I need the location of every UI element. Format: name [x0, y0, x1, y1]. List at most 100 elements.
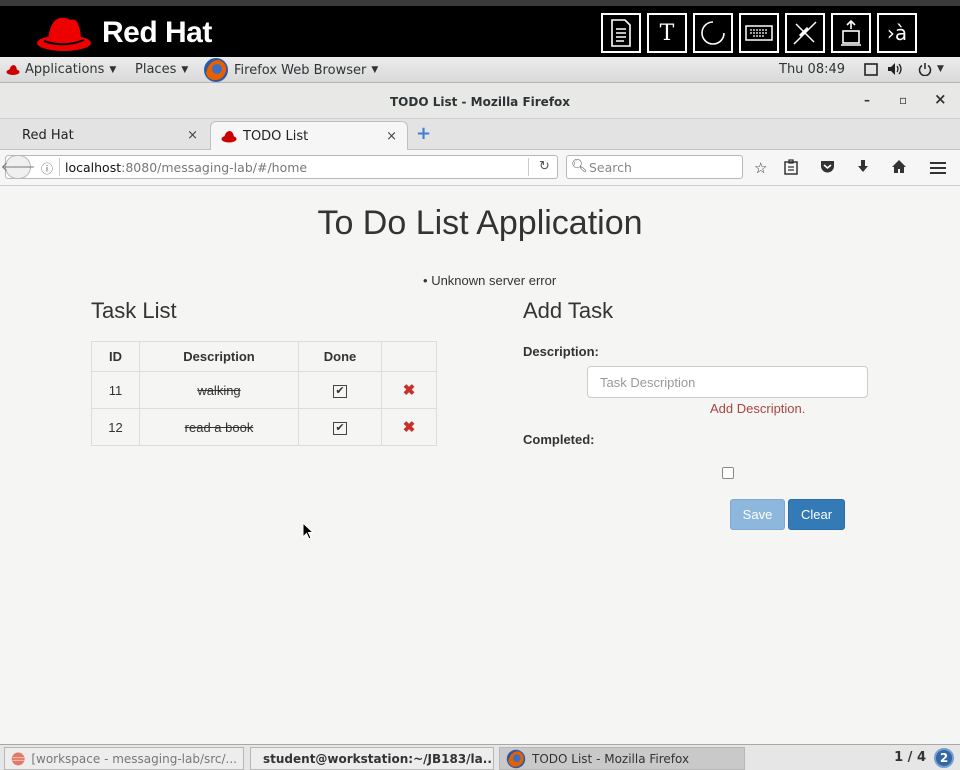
- clock-label: Thu 08:49: [779, 62, 846, 77]
- minimize-button[interactable]: –: [864, 93, 870, 107]
- taskbar-item-label: [workspace - messaging-lab/src/...: [31, 751, 237, 766]
- notification-badge[interactable]: 2: [934, 748, 954, 768]
- taskbar-item-firefox[interactable]: TODO List - Mozilla Firefox: [499, 747, 745, 770]
- search-placeholder: Search: [589, 160, 632, 175]
- home-icon[interactable]: [891, 159, 907, 178]
- redhat-logo-text: Red Hat: [102, 16, 212, 49]
- firefox-icon: [506, 749, 526, 768]
- reload-icon[interactable]: ↻: [539, 159, 550, 174]
- completed-label: Completed:: [523, 432, 595, 447]
- clock[interactable]: Thu 08:49: [779, 62, 845, 77]
- task-id: 11: [91, 371, 140, 409]
- task-description: walking: [139, 371, 299, 409]
- close-window-button[interactable]: ×: [934, 90, 947, 108]
- tab-label: TODO List: [243, 128, 309, 144]
- page-title: To Do List Application: [317, 204, 643, 242]
- checkmark-icon: ✔: [333, 422, 347, 435]
- chevron-down-icon: ▼: [181, 64, 189, 75]
- chevron-down-icon: ▼: [937, 64, 944, 74]
- table-row: 12 read a book ✔ ✖: [91, 408, 437, 446]
- close-tab-icon[interactable]: ×: [187, 128, 198, 143]
- pocket-icon[interactable]: [820, 159, 835, 177]
- column-header-done: Done: [298, 341, 382, 372]
- clear-button[interactable]: Clear: [788, 499, 845, 530]
- reading-list-icon[interactable]: [784, 159, 798, 179]
- taskbar-item-terminal[interactable]: student@workstation:~/JB183/la...: [250, 747, 494, 770]
- task-description-input[interactable]: [587, 366, 868, 398]
- save-button[interactable]: Save: [730, 499, 785, 530]
- places-label: Places: [135, 62, 177, 77]
- text-icon[interactable]: T: [647, 13, 687, 53]
- column-header-description: Description: [139, 341, 299, 372]
- redhat-fedora-icon: [37, 17, 91, 51]
- back-arrow-icon[interactable]: 🡐: [1, 155, 35, 179]
- power-icon: [918, 63, 932, 76]
- page-content: To Do List Application • Unknown server …: [0, 186, 960, 718]
- table-header-row: ID Description Done: [91, 341, 437, 372]
- close-tab-icon[interactable]: ×: [386, 129, 397, 144]
- eject-icon[interactable]: [831, 13, 871, 53]
- url-text[interactable]: localhost:8080/messaging-lab/#/home: [65, 160, 307, 175]
- keyboard-icon[interactable]: [739, 13, 779, 53]
- error-text: Unknown server error: [431, 273, 557, 288]
- places-menu[interactable]: Places ▼: [135, 62, 188, 77]
- new-tab-button[interactable]: +: [416, 123, 431, 144]
- window-list-taskbar: [workspace - messaging-lab/src/... stude…: [0, 744, 960, 770]
- app-menu-firefox[interactable]: Firefox Web Browser ▼: [203, 57, 378, 83]
- task-done-checkbox[interactable]: ✔: [298, 371, 382, 409]
- circle-icon[interactable]: [693, 13, 733, 53]
- document-icon[interactable]: [601, 13, 641, 53]
- app-menu-label: Firefox Web Browser: [234, 62, 367, 78]
- system-status-area[interactable]: ▼: [864, 62, 944, 76]
- url-divider: [59, 158, 60, 176]
- accessibility-toolbar: T ›à: [601, 13, 917, 53]
- download-icon[interactable]: [856, 159, 870, 178]
- redhat-logo: Red Hat: [36, 14, 212, 52]
- redhat-small-icon: [6, 64, 20, 75]
- info-icon[interactable]: ⓘ: [41, 160, 53, 177]
- workspace-indicator[interactable]: 1 / 4: [894, 750, 926, 765]
- bookmark-star-icon[interactable]: ☆: [754, 159, 767, 177]
- mouse-cursor-icon: [302, 522, 314, 540]
- task-done-checkbox[interactable]: ✔: [298, 408, 382, 446]
- volume-icon: [888, 63, 902, 75]
- page-content-bottom: [0, 718, 960, 744]
- url-path: :8080/messaging-lab/#/home: [121, 160, 308, 175]
- applications-menu[interactable]: Applications ▼: [6, 62, 116, 77]
- error-message: • Unknown server error: [423, 273, 556, 288]
- mute-icon[interactable]: [785, 13, 825, 53]
- delete-task-button[interactable]: ✖: [381, 408, 437, 446]
- redhat-banner: Red Hat T ›à: [0, 0, 960, 57]
- task-id: 12: [91, 408, 140, 446]
- tab-todo-list[interactable]: TODO List ×: [210, 121, 408, 150]
- taskbar-item-label: student@workstation:~/JB183/la...: [263, 751, 494, 766]
- table-row: 11 walking ✔ ✖: [91, 371, 437, 409]
- delete-x-icon: ✖: [402, 419, 416, 436]
- completed-checkbox[interactable]: [722, 467, 734, 479]
- task-description: read a book: [139, 408, 299, 446]
- maximize-button[interactable]: ▫: [899, 93, 907, 107]
- description-error: Add Description.: [710, 401, 806, 416]
- task-table: ID Description Done 11 walking ✔ ✖ 12 re…: [91, 341, 437, 446]
- window-icon: [864, 62, 878, 76]
- hamburger-menu-icon[interactable]: [929, 160, 947, 179]
- window-title: TODO List - Mozilla Firefox: [389, 95, 571, 109]
- chevron-down-icon: ▼: [371, 65, 379, 75]
- task-list-heading: Task List: [91, 298, 177, 323]
- search-icon: 🔍︎: [571, 159, 588, 174]
- bullet-icon: •: [423, 273, 428, 288]
- tab-redhat[interactable]: Red Hat ×: [12, 121, 208, 150]
- description-label: Description:: [523, 344, 599, 359]
- tab-bar: Red Hat × TODO List × +: [0, 119, 960, 150]
- url-host: localhost: [65, 160, 122, 175]
- column-header-id: ID: [91, 341, 140, 372]
- taskbar-item-label: TODO List - Mozilla Firefox: [532, 751, 690, 766]
- checkmark-icon: ✔: [333, 385, 347, 398]
- search-bar[interactable]: 🔍︎ Search: [566, 155, 743, 179]
- chevron-down-icon: ▼: [109, 64, 117, 75]
- url-divider: [528, 158, 529, 176]
- taskbar-item-workspace[interactable]: [workspace - messaging-lab/src/...: [4, 747, 244, 770]
- url-bar[interactable]: 🡐 ⓘ localhost:8080/messaging-lab/#/home …: [1, 155, 558, 179]
- delete-task-button[interactable]: ✖: [381, 371, 437, 409]
- language-icon[interactable]: ›à: [877, 13, 917, 53]
